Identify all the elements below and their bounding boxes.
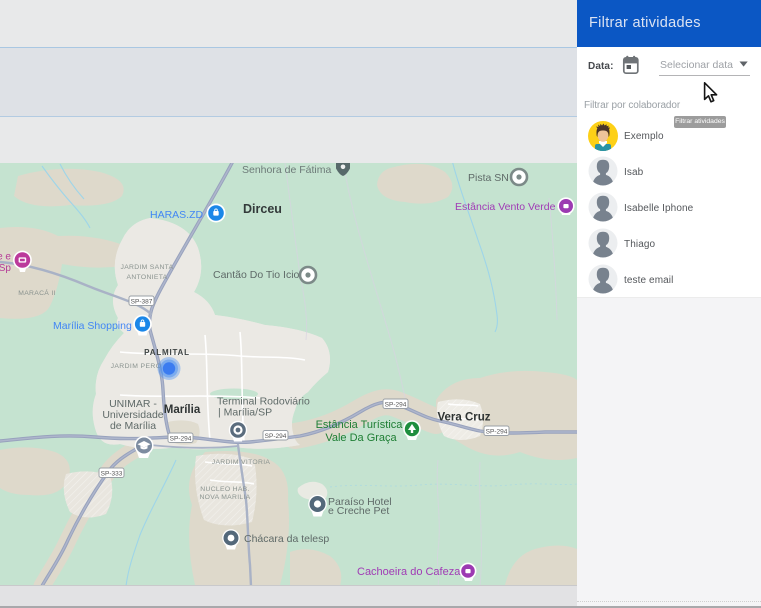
- svg-text:ANTONIETA: ANTONIETA: [127, 274, 168, 281]
- svg-text:| Marília/SP: | Marília/SP: [218, 407, 272, 419]
- svg-text:Chácara da telesp: Chácara da telesp: [244, 533, 329, 545]
- svg-text:SP-294: SP-294: [170, 435, 192, 442]
- svg-text:Vale Da Graça: Vale Da Graça: [325, 432, 397, 444]
- svg-text:de Marília: de Marília: [110, 420, 156, 432]
- svg-text:SP-294: SP-294: [265, 433, 287, 440]
- svg-text:Marília Shopping: Marília Shopping: [53, 320, 132, 332]
- svg-text:SP-294: SP-294: [385, 401, 407, 408]
- svg-text:Vera Cruz: Vera Cruz: [437, 412, 490, 424]
- svg-text:SP-387: SP-387: [131, 298, 153, 305]
- svg-text:Pista SN: Pista SN: [468, 172, 509, 184]
- svg-text:HARAS.ZD: HARAS.ZD: [150, 209, 204, 221]
- svg-text:SP-333: SP-333: [101, 470, 123, 477]
- svg-text:Marília: Marília: [164, 404, 201, 416]
- svg-text:JARDIM VITORIA: JARDIM VITORIA: [212, 459, 271, 466]
- svg-text:Senhora de Fátima: Senhora de Fátima: [242, 164, 331, 176]
- svg-text:e e: e e: [0, 252, 11, 263]
- svg-text:Estância Vento Verde: Estância Vento Verde: [455, 201, 556, 213]
- svg-text:NOVA MARILIA: NOVA MARILIA: [199, 494, 250, 501]
- svg-text:SP-294: SP-294: [486, 428, 508, 435]
- svg-text:Cachoeira do Cafezal: Cachoeira do Cafezal: [357, 566, 463, 578]
- svg-text:Dirceu: Dirceu: [243, 202, 282, 216]
- svg-text:NUCLEO HAB.: NUCLEO HAB.: [200, 486, 249, 493]
- svg-text:Cantão Do Tio Icio: Cantão Do Tio Icio: [213, 269, 300, 281]
- svg-text:e Creche Pet: e Creche Pet: [328, 505, 389, 517]
- svg-text:PALMITAL: PALMITAL: [144, 348, 190, 357]
- svg-text:MARACÁ II: MARACÁ II: [18, 288, 55, 297]
- svg-text:JARDIM SANTA: JARDIM SANTA: [121, 264, 174, 271]
- svg-text:JARDIM PERO: JARDIM PERO: [111, 363, 162, 370]
- svg-text:Sp: Sp: [0, 263, 11, 274]
- svg-text:Estância Turística: Estância Turística: [316, 419, 404, 431]
